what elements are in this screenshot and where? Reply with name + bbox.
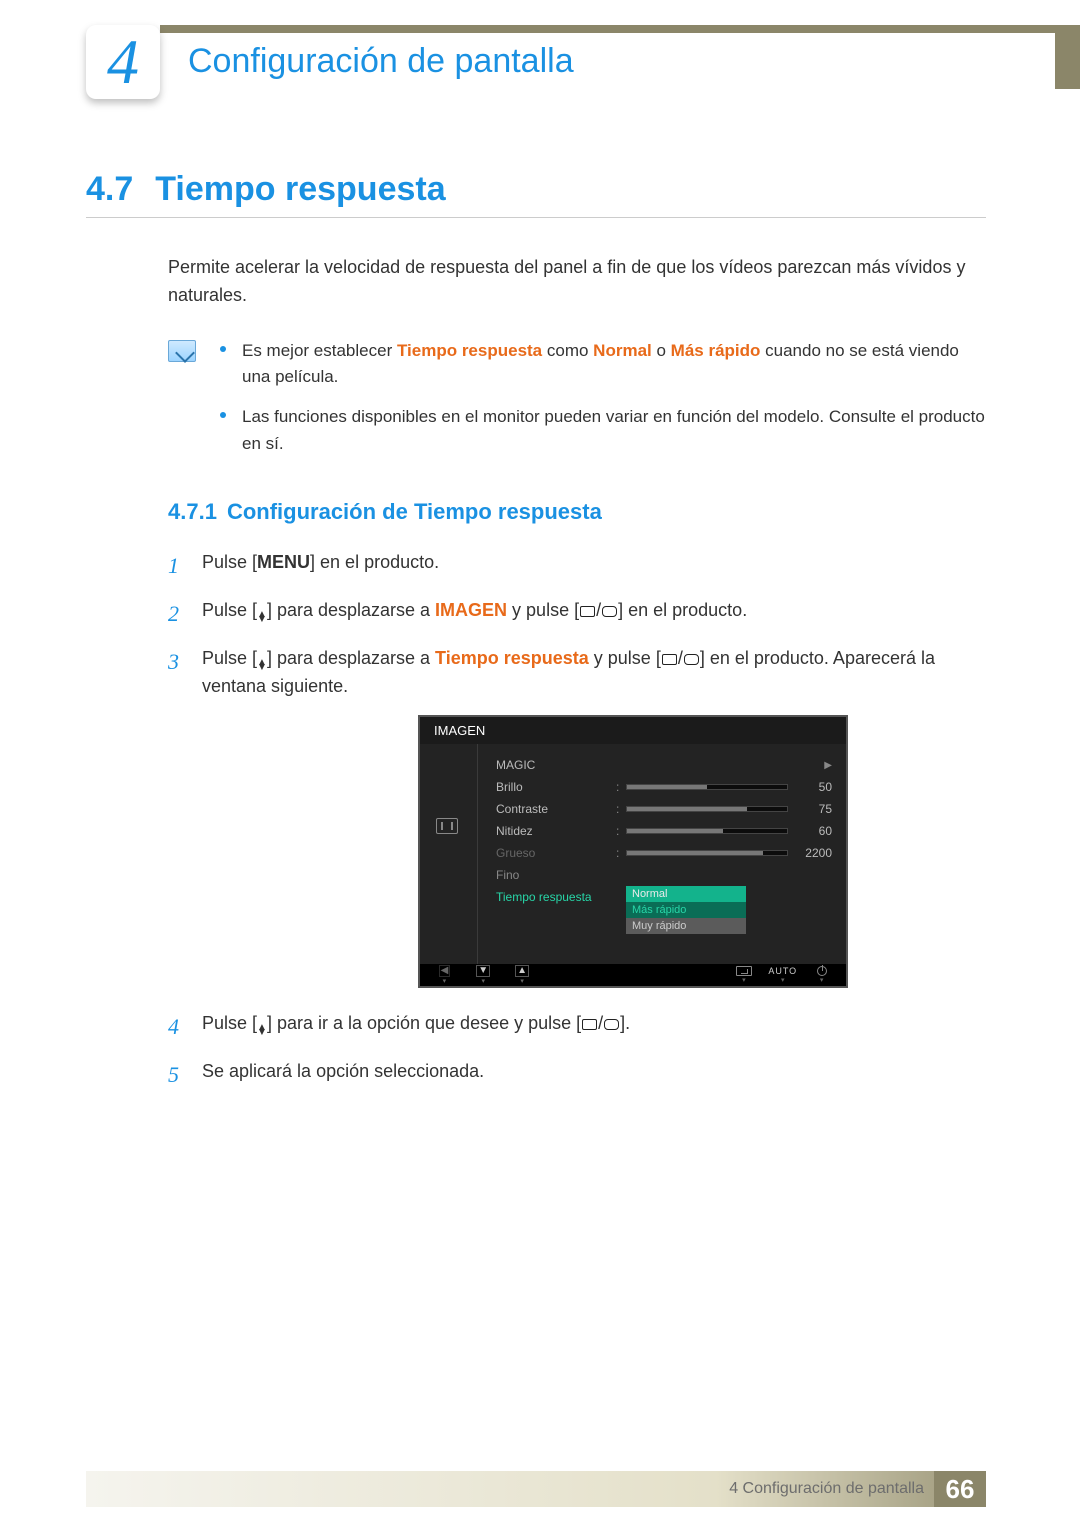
osd-screenshot: IMAGEN MAGIC▶ Brillo:50 Contraste:75 Nit… — [418, 715, 848, 988]
enter-icon — [602, 606, 617, 617]
up-down-icon — [257, 660, 267, 670]
section-heading: 4.7 Tiempo respuesta — [86, 170, 986, 218]
osd-imagen-icon — [436, 818, 458, 834]
subsection-heading: 4.7.1 Configuración de Tiempo respuesta — [168, 499, 986, 525]
step-3: 3 Pulse [] para desplazarse a Tiempo res… — [168, 645, 986, 701]
nav-enter-icon — [736, 966, 752, 976]
nav-power-icon — [817, 966, 827, 976]
step-2: 2 Pulse [] para desplazarse a IMAGEN y p… — [168, 597, 986, 631]
up-down-icon — [257, 1025, 267, 1035]
enter-icon — [604, 1019, 619, 1030]
section-intro: Permite acelerar la velocidad de respues… — [168, 254, 986, 310]
note-icon — [168, 340, 196, 362]
chevron-right-icon: ▶ — [824, 760, 832, 771]
osd-option-masrapido: Más rápido — [626, 902, 746, 918]
section-title: Tiempo respuesta — [155, 170, 445, 209]
chapter-number: 4 — [107, 25, 139, 99]
note-bullet-2: Las funciones disponibles en el monitor … — [220, 404, 986, 457]
note-block: Es mejor establecer Tiempo respuesta com… — [168, 338, 986, 471]
page-number: 66 — [934, 1471, 986, 1507]
step-1: 1 Pulse [MENU] en el producto. — [168, 549, 986, 583]
step-4: 4 Pulse [] para ir a la opción que desee… — [168, 1010, 986, 1044]
chapter-title: Configuración de pantalla — [188, 42, 574, 81]
osd-title: IMAGEN — [420, 717, 846, 744]
osd-row-brillo: Brillo:50 — [496, 776, 832, 798]
page-footer: 4 Configuración de pantalla 66 — [86, 1471, 986, 1507]
osd-row-grueso: Grueso:2200 — [496, 842, 832, 864]
osd-nav-bar: ◀▾ ▼▾ ▲▾ ▾ AUTO▾ ▾ — [420, 964, 846, 986]
osd-option-normal: Normal — [626, 886, 746, 902]
footer-text: 4 Configuración de pantalla — [729, 1480, 924, 1498]
osd-row-contraste: Contraste:75 — [496, 798, 832, 820]
step-5: 5 Se aplicará la opción seleccionada. — [168, 1058, 986, 1092]
osd-option-muyrapido: Muy rápido — [626, 918, 746, 934]
nav-down-icon: ▼ — [476, 965, 490, 977]
enter-icon — [684, 654, 699, 665]
source-icon — [580, 606, 595, 617]
source-icon — [662, 654, 677, 665]
up-down-icon — [257, 612, 267, 622]
nav-left-icon: ◀ — [439, 965, 451, 977]
subsection-title: Configuración de Tiempo respuesta — [227, 499, 602, 524]
osd-row-fino: Fino — [496, 864, 832, 886]
osd-row-magic: MAGIC▶ — [496, 754, 832, 776]
nav-up-icon: ▲ — [515, 965, 529, 977]
chapter-number-badge: 4 — [86, 25, 160, 99]
subsection-number: 4.7.1 — [168, 499, 217, 524]
note-bullet-1: Es mejor establecer Tiempo respuesta com… — [220, 338, 986, 391]
source-icon — [582, 1019, 597, 1030]
nav-auto-label: AUTO — [768, 966, 797, 976]
section-number: 4.7 — [86, 170, 133, 209]
osd-dropdown: Normal Más rápido Muy rápido — [626, 886, 746, 934]
osd-row-nitidez: Nitidez:60 — [496, 820, 832, 842]
